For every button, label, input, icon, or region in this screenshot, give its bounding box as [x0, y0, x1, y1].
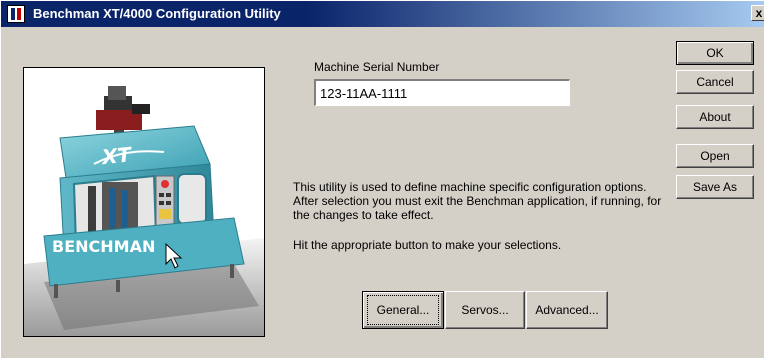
- benchman-brand-text: BENCHMAN: [52, 237, 155, 256]
- benchman-machine-image: XT BENCHMAN: [24, 68, 264, 336]
- window-title: Benchman XT/4000 Configuration Utility: [33, 6, 281, 21]
- description-text: This utility is used to define machine s…: [293, 180, 662, 222]
- title-bar[interactable]: Benchman XT/4000 Configuration Utility x: [1, 1, 764, 27]
- servos-button[interactable]: Servos...: [445, 291, 525, 329]
- ok-button[interactable]: OK: [676, 41, 754, 65]
- advanced-button[interactable]: Advanced...: [526, 291, 608, 329]
- focus-indicator: [367, 295, 439, 325]
- cancel-button[interactable]: Cancel: [676, 70, 754, 94]
- machine-picture: XT BENCHMAN: [23, 67, 265, 337]
- open-button[interactable]: Open: [676, 144, 754, 168]
- about-button[interactable]: About: [676, 105, 754, 129]
- close-button[interactable]: x: [751, 5, 764, 21]
- serial-number-input[interactable]: [314, 79, 570, 106]
- configuration-window: Benchman XT/4000 Configuration Utility x: [0, 0, 764, 358]
- general-button-wrapper: General...: [362, 291, 444, 329]
- serial-number-label: Machine Serial Number: [314, 60, 440, 74]
- app-icon[interactable]: [7, 5, 25, 23]
- instruction-text: Hit the appropriate button to make your …: [293, 238, 562, 252]
- save-as-button[interactable]: Save As: [676, 175, 754, 199]
